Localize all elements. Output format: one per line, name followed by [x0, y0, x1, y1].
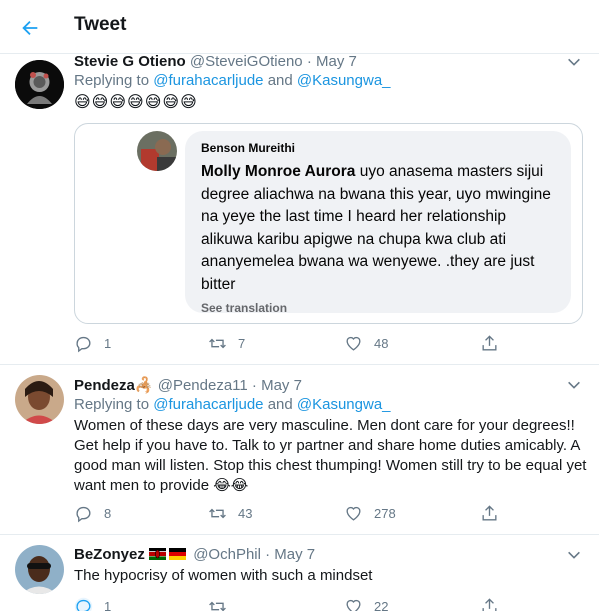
more-options-button[interactable] [563, 51, 585, 73]
mention-link[interactable]: @furahacarljude [153, 396, 263, 413]
tweet-text: Women of these days are very masculine. … [74, 417, 587, 494]
like-count: 22 [374, 599, 389, 611]
comment-text: Molly Monroe Aurora uyo anasema masters … [201, 161, 555, 296]
tweet-date[interactable]: May 7 [316, 53, 357, 70]
replying-to-label: Replying to [74, 396, 150, 413]
retweet-count: 7 [238, 336, 246, 351]
reply-icon [76, 506, 91, 523]
avatar[interactable] [15, 375, 64, 424]
like-count: 48 [374, 336, 389, 351]
reply-icon [76, 336, 91, 353]
like-button[interactable]: 278 [344, 504, 396, 523]
tweet-text: The hypocrisy of women with such a minds… [74, 567, 373, 584]
reply-count: 1 [104, 336, 112, 351]
reply-count: 1 [104, 599, 112, 611]
retweet-icon [209, 338, 226, 349]
comment-author: Benson Mureithi [201, 141, 296, 155]
replying-to-label: Replying to [74, 72, 150, 89]
user-handle[interactable]: @Pendeza11 [158, 377, 248, 394]
tweet-header: BeZonyez @OchPhil · May 7 [74, 546, 315, 563]
tweet-date[interactable]: May 7 [274, 546, 315, 563]
mention-link[interactable]: @furahacarljude [153, 72, 263, 89]
retweet-count: 43 [238, 506, 253, 521]
separator: · [265, 546, 271, 563]
reply-button[interactable]: 1 [74, 334, 111, 353]
retweet-button[interactable]: 43 [208, 504, 252, 523]
chevron-down-icon [568, 381, 580, 389]
chevron-down-icon [568, 551, 580, 559]
heart-icon [346, 506, 361, 521]
display-name[interactable]: BeZonyez [74, 546, 145, 563]
reply-button[interactable]: 8 [74, 504, 111, 523]
page-header: Tweet [0, 0, 599, 54]
like-button[interactable]: 22 [344, 597, 388, 611]
mention-link[interactable]: @Kasungwa_ [297, 72, 391, 89]
tweet-actions: 1 22 [74, 597, 514, 611]
heart-icon [346, 336, 361, 351]
scorpion-emoji: 🦂 [134, 377, 154, 394]
comment-bubble: Benson Mureithi Molly Monroe Aurora uyo … [185, 131, 571, 315]
tagged-name: Molly Monroe Aurora [201, 163, 356, 180]
display-name[interactable]: Stevie G Otieno [74, 53, 186, 70]
display-name[interactable]: Pendeza [74, 377, 135, 394]
tweet-header: Stevie G Otieno @SteveiGOtieno · May 7 [74, 53, 357, 70]
tweet[interactable]: Stevie G Otieno @SteveiGOtieno · May 7 R… [0, 51, 599, 365]
tweet[interactable]: Pendeza🦂 @Pendeza11 · May 7 Replying to … [0, 365, 599, 535]
separator: · [306, 53, 312, 70]
tweet[interactable]: BeZonyez @OchPhil · May 7 The hypocrisy … [0, 535, 599, 611]
comment-body: uyo anasema masters sijui degree aliachw… [201, 163, 551, 293]
share-icon [482, 598, 497, 611]
heart-icon [346, 599, 361, 611]
retweet-icon [209, 508, 226, 519]
more-options-button[interactable] [563, 374, 585, 396]
share-icon [482, 505, 497, 521]
and-label: and [267, 72, 293, 89]
share-icon [482, 335, 497, 351]
separator: · [251, 377, 257, 394]
germany-flag-icon [169, 547, 187, 560]
arrow-left-icon [22, 20, 38, 36]
kenya-flag-icon [149, 547, 167, 560]
like-count: 278 [374, 506, 396, 521]
reply-count: 8 [104, 506, 112, 521]
user-handle[interactable]: @OchPhil [193, 546, 261, 563]
replying-to: Replying to @furahacarljude and @Kasungw… [74, 72, 391, 89]
replying-to: Replying to @furahacarljude and @Kasungw… [74, 396, 391, 413]
reply-button[interactable]: 1 [74, 597, 111, 611]
retweet-icon [209, 601, 226, 611]
back-button[interactable] [14, 12, 46, 44]
avatar[interactable] [15, 60, 64, 109]
see-translation-link[interactable]: See translation [201, 301, 555, 315]
retweet-button[interactable] [208, 597, 238, 611]
share-button[interactable] [480, 597, 499, 611]
reply-icon [74, 597, 93, 611]
share-button[interactable] [480, 504, 499, 523]
quote-avatar [137, 131, 177, 171]
like-button[interactable]: 48 [344, 334, 388, 353]
tweet-text: 😅😅😅😅😅😅😅 [74, 94, 198, 111]
attached-image[interactable]: Benson Mureithi Molly Monroe Aurora uyo … [74, 123, 583, 324]
tweet-actions: 8 43 278 [74, 504, 514, 528]
tweet-date[interactable]: May 7 [261, 377, 302, 394]
tweet-header: Pendeza🦂 @Pendeza11 · May 7 [74, 376, 302, 394]
page-title: Tweet [74, 14, 127, 35]
tweet-actions: 1 7 48 [74, 334, 514, 358]
and-label: and [267, 396, 293, 413]
more-options-button[interactable] [563, 544, 585, 566]
avatar[interactable] [15, 545, 64, 594]
chevron-down-icon [568, 58, 580, 66]
mention-link[interactable]: @Kasungwa_ [297, 396, 391, 413]
retweet-button[interactable]: 7 [208, 334, 245, 353]
user-handle[interactable]: @SteveiGOtieno [190, 53, 303, 70]
share-button[interactable] [480, 334, 499, 353]
